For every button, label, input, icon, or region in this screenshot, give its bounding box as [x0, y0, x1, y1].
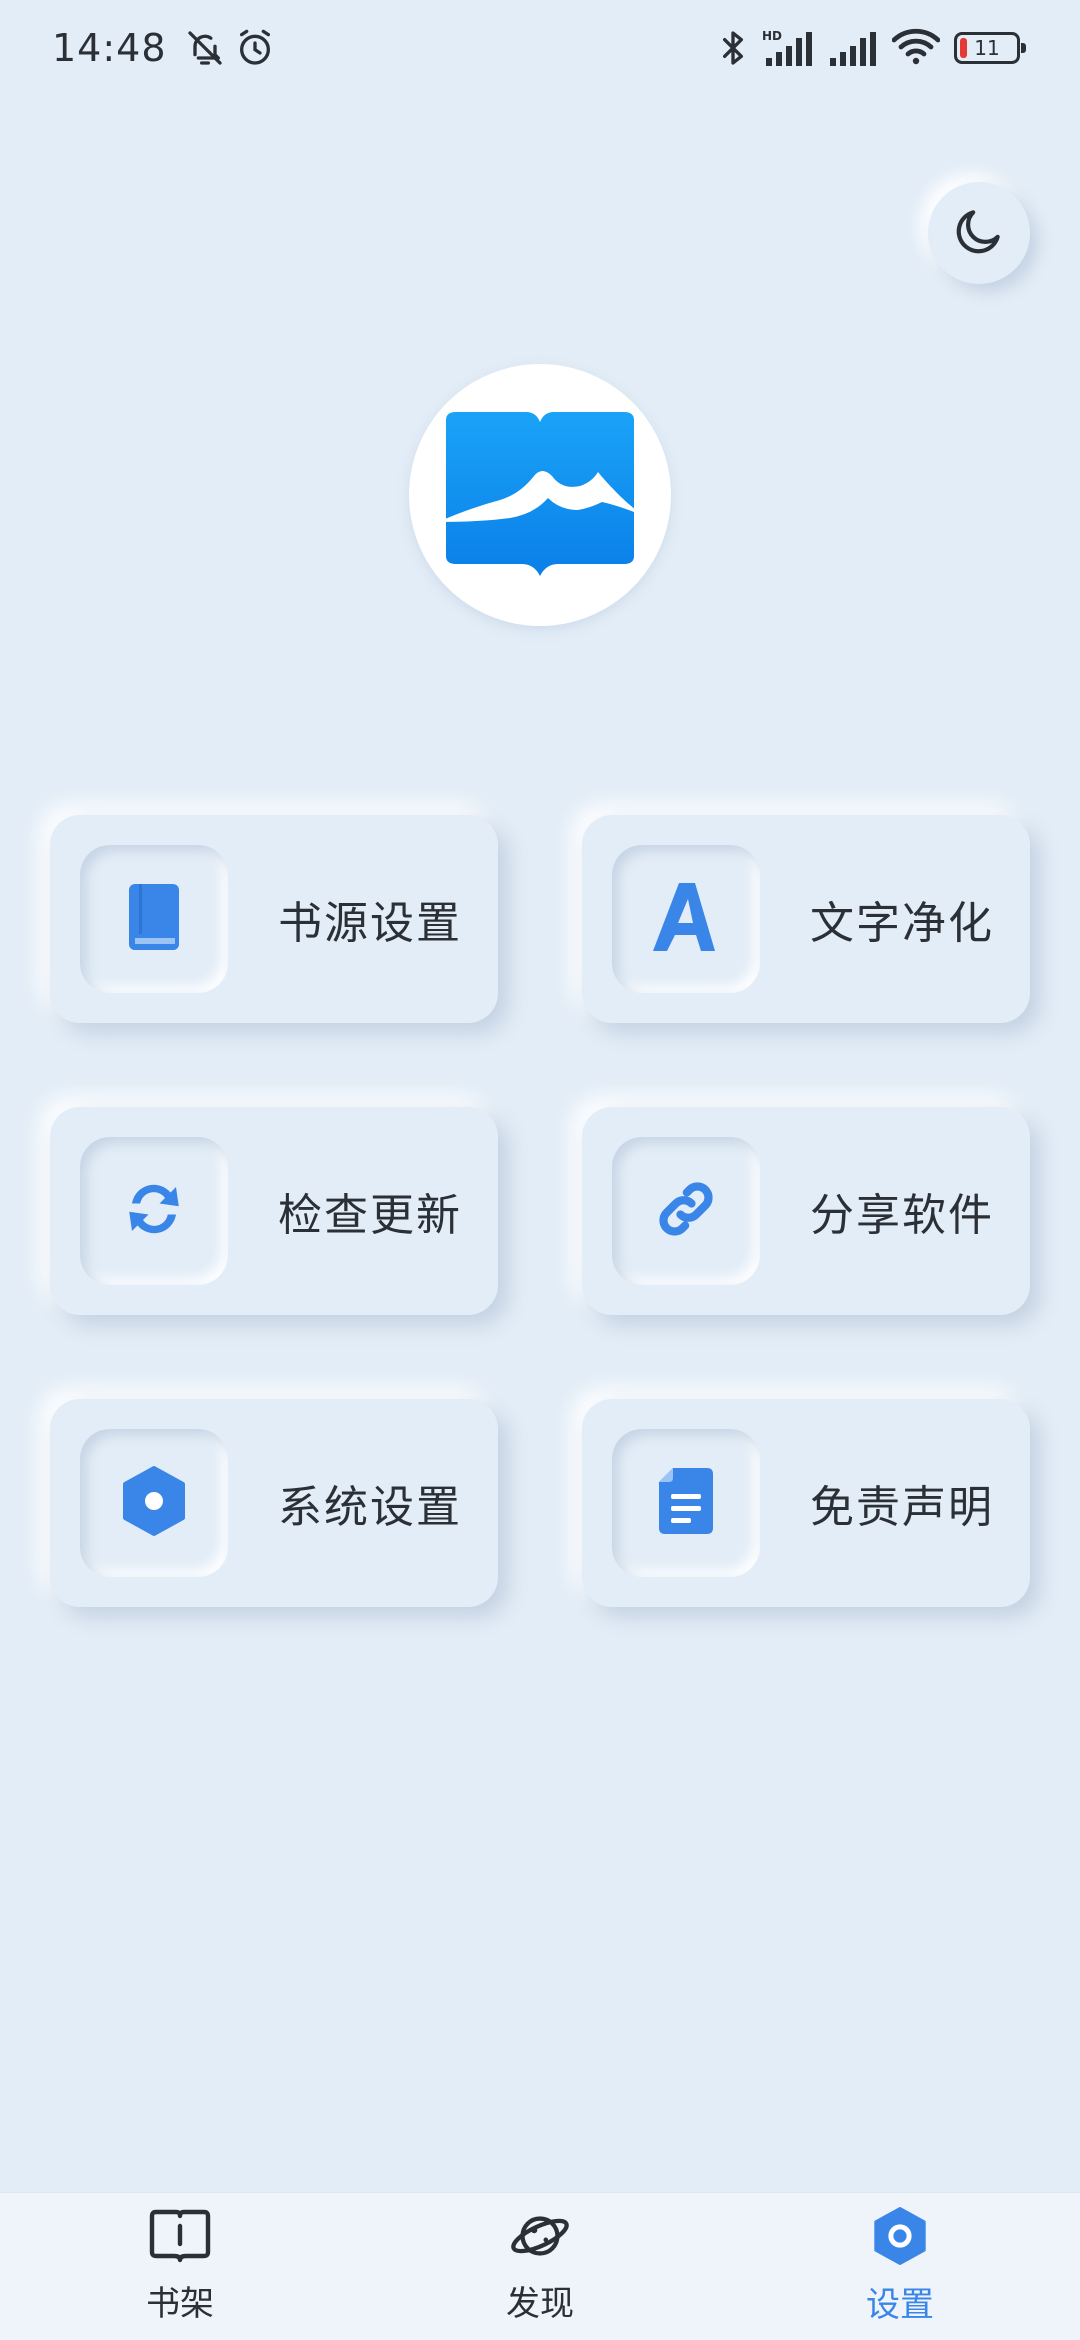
menu-system-settings[interactable]: 系统设置 — [50, 1399, 498, 1607]
battery-level-text: 11 — [974, 36, 1000, 60]
nav-bookshelf[interactable]: 书架 — [80, 2208, 280, 2325]
menu-label: 分享软件 — [810, 1190, 994, 1241]
refresh-icon — [121, 1176, 187, 1246]
icon-well — [612, 845, 760, 993]
icon-well — [612, 1429, 760, 1577]
alarm-icon — [235, 28, 275, 68]
signal-icon — [828, 28, 878, 68]
status-right: HD 11 — [718, 28, 1026, 68]
nav-label: 书架 — [146, 2284, 214, 2324]
nav-label: 发现 — [506, 2284, 574, 2324]
bluetooth-icon — [718, 28, 748, 68]
status-time: 14:48 — [52, 26, 167, 70]
menu-check-update[interactable]: 检查更新 — [50, 1107, 498, 1315]
book-icon — [125, 882, 183, 956]
planet-icon — [509, 2208, 571, 2268]
svg-text:HD: HD — [762, 29, 782, 43]
nav-discover[interactable]: 发现 — [440, 2208, 640, 2325]
moon-icon — [951, 203, 1007, 263]
menu-book-source-settings[interactable]: 书源设置 — [50, 815, 498, 1023]
menu-label: 系统设置 — [278, 1482, 462, 1533]
menu-text-purification[interactable]: 文字净化 — [582, 815, 1030, 1023]
wifi-icon — [892, 28, 940, 68]
icon-well — [80, 1137, 228, 1285]
status-left: 14:48 — [52, 26, 275, 70]
mute-bell-icon — [185, 28, 225, 68]
status-bar: 14:48 HD 11 — [0, 0, 1080, 96]
nav-settings[interactable]: 设置 — [800, 2207, 1000, 2326]
menu-label: 检查更新 — [278, 1190, 462, 1241]
menu-label: 免责声明 — [810, 1482, 994, 1533]
nav-label: 设置 — [866, 2285, 934, 2325]
theme-toggle-button[interactable] — [928, 182, 1030, 284]
link-icon — [653, 1176, 719, 1246]
hd-signal-icon: HD — [762, 28, 814, 68]
app-logo — [409, 364, 671, 626]
letter-a-icon — [651, 881, 721, 957]
icon-well — [80, 1429, 228, 1577]
hexagon-settings-icon — [872, 2207, 928, 2269]
book-mountain-logo-icon — [438, 412, 644, 576]
menu-disclaimer[interactable]: 免责声明 — [582, 1399, 1030, 1607]
bottom-nav: 书架 发现 设置 — [0, 2192, 1080, 2340]
icon-well — [80, 845, 228, 993]
open-book-icon — [148, 2208, 212, 2268]
menu-share-app[interactable]: 分享软件 — [582, 1107, 1030, 1315]
hexagon-settings-icon — [121, 1466, 187, 1540]
battery-icon: 11 — [954, 32, 1026, 64]
menu-label: 文字净化 — [810, 898, 994, 949]
settings-menu-grid: 书源设置 文字净化 检查更新 分享软件 系统设置 免责声明 — [50, 815, 1030, 1607]
battery-level-fill — [960, 38, 967, 58]
menu-label: 书源设置 — [278, 898, 462, 949]
document-icon — [657, 1466, 715, 1540]
icon-well — [612, 1137, 760, 1285]
